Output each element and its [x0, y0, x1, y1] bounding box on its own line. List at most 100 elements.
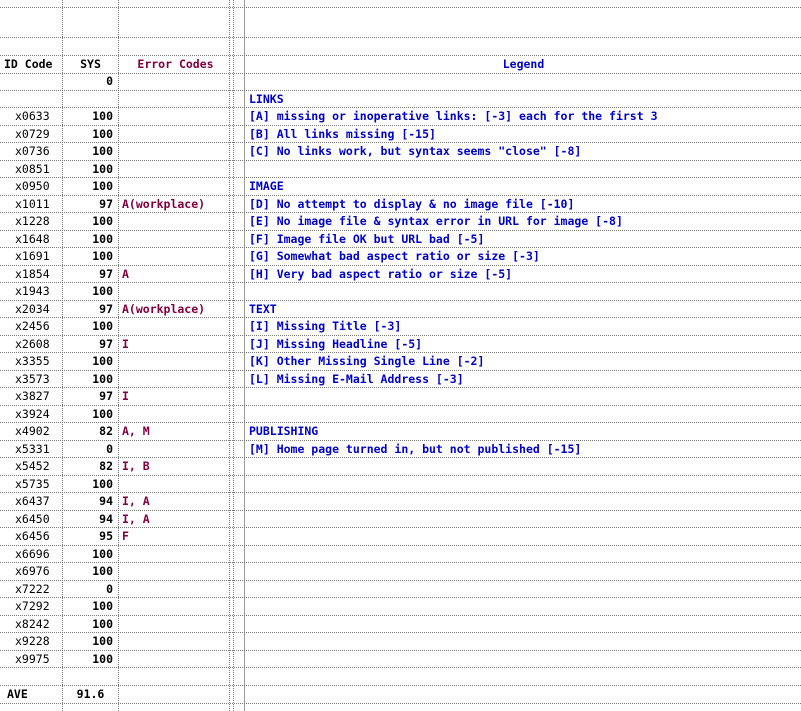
legend-cell[interactable] — [249, 633, 799, 650]
legend-cell[interactable] — [249, 458, 799, 475]
sys-cell[interactable]: 82 — [64, 423, 117, 440]
error-codes-cell[interactable]: I, B — [121, 458, 229, 475]
id-cell[interactable]: x6456 — [4, 528, 62, 545]
error-codes-cell[interactable] — [121, 598, 229, 615]
legend-cell[interactable] — [249, 528, 799, 545]
error-codes-cell[interactable] — [121, 633, 229, 650]
id-cell[interactable]: x1648 — [4, 231, 62, 248]
sys-cell[interactable]: 100 — [64, 318, 117, 335]
error-codes-cell[interactable]: I, A — [121, 511, 229, 528]
error-codes-cell[interactable] — [121, 581, 229, 598]
sys-cell[interactable]: 0 — [64, 441, 117, 458]
legend-cell[interactable]: [G] Somewhat bad aspect ratio or size [-… — [249, 248, 799, 265]
legend-cell[interactable]: [M] Home page turned in, but not publish… — [249, 441, 799, 458]
sys-cell[interactable]: 0 — [64, 581, 117, 598]
id-cell[interactable]: x3355 — [4, 353, 62, 370]
sys-cell[interactable]: 82 — [64, 458, 117, 475]
error-codes-cell[interactable] — [121, 353, 229, 370]
sys-cell[interactable]: 100 — [64, 283, 117, 300]
error-codes-cell[interactable] — [121, 161, 229, 178]
id-cell[interactable]: x5331 — [4, 441, 62, 458]
legend-cell[interactable]: IMAGE — [249, 178, 799, 195]
sys-cell[interactable]: 97 — [64, 196, 117, 213]
legend-cell[interactable] — [249, 406, 799, 423]
error-codes-cell[interactable] — [121, 563, 229, 580]
sys-cell[interactable]: 100 — [64, 616, 117, 633]
id-cell[interactable]: x2456 — [4, 318, 62, 335]
error-codes-cell[interactable] — [121, 108, 229, 125]
legend-cell[interactable] — [249, 493, 799, 510]
sys-cell[interactable]: 100 — [64, 178, 117, 195]
id-cell[interactable]: x5735 — [4, 476, 62, 493]
legend-cell[interactable]: [E] No image file & syntax error in URL … — [249, 213, 799, 230]
sys-cell[interactable]: 100 — [64, 563, 117, 580]
sys-cell[interactable]: 0 — [64, 73, 117, 90]
average-label[interactable]: AVE — [4, 686, 62, 703]
error-codes-cell[interactable]: A, M — [121, 423, 229, 440]
id-cell[interactable]: x8242 — [4, 616, 62, 633]
sys-cell[interactable]: 100 — [64, 143, 117, 160]
sys-cell[interactable]: 95 — [64, 528, 117, 545]
id-cell[interactable]: x4902 — [4, 423, 62, 440]
id-cell[interactable]: x9228 — [4, 633, 62, 650]
sys-cell[interactable]: 100 — [64, 213, 117, 230]
sys-cell[interactable]: 100 — [64, 161, 117, 178]
sys-cell[interactable]: 100 — [64, 476, 117, 493]
error-codes-cell[interactable]: A(workplace) — [121, 301, 229, 318]
error-codes-cell[interactable] — [121, 616, 229, 633]
id-cell[interactable]: x1943 — [4, 283, 62, 300]
header-error-codes[interactable]: Error Codes — [121, 56, 229, 73]
id-cell[interactable]: x1011 — [4, 196, 62, 213]
error-codes-cell[interactable] — [121, 651, 229, 668]
legend-cell[interactable] — [249, 651, 799, 668]
error-codes-cell[interactable] — [121, 371, 229, 388]
sys-cell[interactable]: 100 — [64, 651, 117, 668]
legend-cell[interactable]: [K] Other Missing Single Line [-2] — [249, 353, 799, 370]
legend-cell[interactable] — [249, 388, 799, 405]
id-cell[interactable]: x3924 — [4, 406, 62, 423]
sys-cell[interactable]: 100 — [64, 248, 117, 265]
error-codes-cell[interactable]: I, A — [121, 493, 229, 510]
legend-cell[interactable] — [249, 476, 799, 493]
sys-cell[interactable]: 100 — [64, 353, 117, 370]
id-cell[interactable]: x3573 — [4, 371, 62, 388]
id-cell[interactable]: x1228 — [4, 213, 62, 230]
sys-cell[interactable]: 100 — [64, 598, 117, 615]
legend-cell[interactable] — [249, 283, 799, 300]
error-codes-cell[interactable] — [121, 178, 229, 195]
id-cell[interactable]: x6450 — [4, 511, 62, 528]
error-codes-cell[interactable] — [121, 283, 229, 300]
id-cell[interactable]: x0633 — [4, 108, 62, 125]
legend-cell[interactable] — [249, 546, 799, 563]
error-codes-cell[interactable]: A(workplace) — [121, 196, 229, 213]
sys-cell[interactable]: 100 — [64, 231, 117, 248]
id-cell[interactable]: x1691 — [4, 248, 62, 265]
legend-cell[interactable] — [249, 616, 799, 633]
id-cell[interactable]: x7292 — [4, 598, 62, 615]
error-codes-cell[interactable] — [121, 476, 229, 493]
legend-cell[interactable]: [L] Missing E-Mail Address [-3] — [249, 371, 799, 388]
legend-section-links[interactable]: LINKS — [249, 91, 799, 108]
id-cell[interactable]: x0729 — [4, 126, 62, 143]
sys-cell[interactable]: 100 — [64, 406, 117, 423]
error-codes-cell[interactable] — [121, 231, 229, 248]
error-codes-cell[interactable]: F — [121, 528, 229, 545]
legend-cell[interactable] — [249, 161, 799, 178]
legend-cell[interactable] — [249, 598, 799, 615]
legend-cell[interactable]: [B] All links missing [-15] — [249, 126, 799, 143]
legend-cell[interactable]: TEXT — [249, 301, 799, 318]
sys-cell[interactable]: 97 — [64, 301, 117, 318]
sys-cell[interactable]: 97 — [64, 336, 117, 353]
error-codes-cell[interactable] — [121, 126, 229, 143]
id-cell[interactable]: x6696 — [4, 546, 62, 563]
legend-cell[interactable]: [I] Missing Title [-3] — [249, 318, 799, 335]
id-cell[interactable]: x2608 — [4, 336, 62, 353]
sys-cell[interactable]: 97 — [64, 266, 117, 283]
sys-cell[interactable]: 100 — [64, 546, 117, 563]
error-codes-cell[interactable]: I — [121, 336, 229, 353]
id-cell[interactable]: x6976 — [4, 563, 62, 580]
id-cell[interactable]: x0851 — [4, 161, 62, 178]
id-cell[interactable]: x0950 — [4, 178, 62, 195]
error-codes-cell[interactable] — [121, 546, 229, 563]
legend-cell[interactable] — [249, 511, 799, 528]
